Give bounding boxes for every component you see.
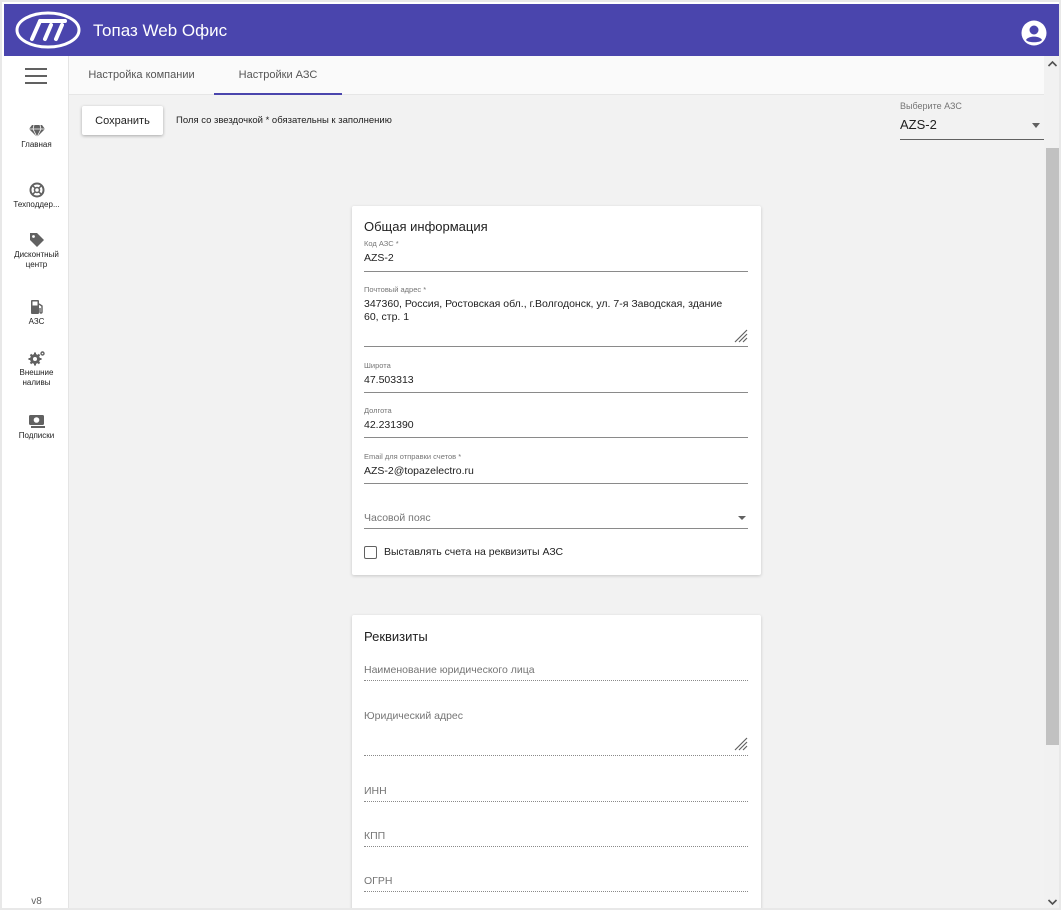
app-header: Топаз Web Офис bbox=[4, 4, 1059, 56]
app-title: Топаз Web Офис bbox=[93, 21, 228, 40]
field-underline bbox=[364, 846, 748, 847]
timezone-select[interactable]: Часовой пояс bbox=[364, 506, 748, 529]
sidebar-item-support[interactable]: Техподдер... bbox=[4, 182, 69, 210]
requisites-card: Реквизиты Наименование юридического лица… bbox=[352, 615, 761, 908]
sidebar-item-subscriptions[interactable]: Подписки bbox=[4, 414, 69, 441]
scrollbar-thumb[interactable] bbox=[1046, 148, 1059, 745]
address-line-1: 347360, Россия, Ростовская обл., г.Волго… bbox=[364, 298, 723, 310]
dropdown-arrow-icon bbox=[1032, 123, 1040, 128]
main-content: Общая информация Код АЗС * AZS-2 Почтовы… bbox=[69, 146, 1044, 908]
resize-handle-icon[interactable] bbox=[734, 737, 748, 751]
sidebar-item-label: Внешние наливы bbox=[19, 368, 54, 387]
lifebuoy-icon bbox=[29, 182, 44, 198]
field-underline bbox=[364, 392, 748, 393]
tab-bar: Настройка компании Настройки АЗС bbox=[69, 56, 1044, 95]
inn-field[interactable]: ИНН bbox=[364, 785, 748, 803]
field-placeholder: КПП bbox=[364, 830, 386, 842]
field-label: Email для отправки счетов * bbox=[364, 452, 462, 461]
scroll-down-icon[interactable] bbox=[1044, 893, 1061, 910]
app-version: v8 bbox=[31, 896, 42, 907]
tag-icon bbox=[29, 233, 44, 247]
tab-company-settings[interactable]: Настройка компании bbox=[69, 56, 214, 95]
field-underline bbox=[364, 483, 748, 484]
sidebar-item-home[interactable]: Главная bbox=[4, 124, 69, 150]
topaz-logo-icon[interactable] bbox=[15, 10, 81, 50]
field-underline bbox=[364, 755, 748, 756]
sidebar-item-label: Подписки bbox=[18, 431, 55, 440]
diamond-icon bbox=[28, 124, 45, 138]
ogrn-field[interactable]: ОГРН bbox=[364, 875, 748, 893]
dropdown-arrow-icon bbox=[738, 516, 746, 520]
field-value: AZS-2 bbox=[364, 252, 394, 264]
save-button[interactable]: Сохранить bbox=[82, 106, 163, 135]
fuel-pump-icon bbox=[30, 300, 43, 314]
resize-handle-icon[interactable] bbox=[734, 329, 748, 343]
scroll-up-icon[interactable] bbox=[1044, 56, 1061, 73]
field-label: Почтовый адрес * bbox=[364, 285, 427, 294]
sidebar-item-azs[interactable]: АЗС bbox=[4, 299, 69, 327]
field-underline bbox=[364, 891, 748, 892]
toolbar: Сохранить Поля со звездочкой * обязатель… bbox=[69, 95, 1044, 146]
field-label: Код АЗС * bbox=[364, 239, 399, 248]
menu-icon[interactable] bbox=[25, 68, 47, 84]
field-value: AZS-2@topazelectro.ru bbox=[364, 465, 474, 477]
field-label: Долгота bbox=[364, 406, 392, 415]
latitude-field[interactable]: Широта 47.503313 bbox=[364, 361, 748, 393]
field-placeholder: Наименование юридического лица bbox=[364, 664, 535, 676]
field-placeholder: ИНН bbox=[364, 785, 387, 797]
sidebar-item-label: Дисконтный центр bbox=[14, 250, 59, 269]
sidebar-item-label: Главная bbox=[21, 140, 52, 149]
field-underline bbox=[364, 271, 748, 272]
station-select-label: Выберите АЗС bbox=[900, 101, 962, 111]
kpp-field[interactable]: КПП bbox=[364, 830, 748, 848]
card-title: Общая информация bbox=[364, 219, 488, 234]
invoice-requisites-checkbox[interactable] bbox=[364, 546, 377, 559]
address-line-2: 60, стр. 1 bbox=[364, 311, 410, 323]
field-underline bbox=[364, 528, 748, 529]
legal-address-field[interactable]: Юридический адрес bbox=[364, 710, 748, 757]
vertical-scrollbar[interactable] bbox=[1044, 56, 1061, 910]
required-fields-note: Поля со звездочкой * обязательны к запол… bbox=[176, 115, 392, 126]
postal-address-field[interactable]: Почтовый адрес * 347360, Россия, Ростовс… bbox=[364, 285, 748, 347]
field-value: 47.503313 bbox=[364, 374, 414, 386]
station-select-value: AZS-2 bbox=[900, 117, 937, 132]
checkbox-label: Выставлять счета на реквизиты АЗС bbox=[384, 546, 564, 558]
account-icon[interactable] bbox=[1021, 20, 1047, 46]
longitude-field[interactable]: Долгота 42.231390 bbox=[364, 406, 748, 438]
gears-icon bbox=[28, 351, 45, 366]
general-info-card: Общая информация Код АЗС * AZS-2 Почтовы… bbox=[352, 206, 761, 575]
field-placeholder: Часовой пояс bbox=[364, 512, 431, 524]
station-select[interactable]: Выберите АЗС AZS-2 bbox=[900, 101, 1044, 141]
azs-code-field[interactable]: Код АЗС * AZS-2 bbox=[364, 239, 748, 272]
field-underline bbox=[364, 680, 748, 681]
sidebar-item-label: Техподдер... bbox=[13, 200, 60, 209]
tab-azs-settings[interactable]: Настройки АЗС bbox=[214, 56, 342, 95]
field-value: 42.231390 bbox=[364, 419, 414, 431]
field-underline bbox=[364, 801, 748, 802]
field-placeholder: Юридический адрес bbox=[364, 710, 464, 722]
field-underline bbox=[364, 437, 748, 438]
field-placeholder: ОГРН bbox=[364, 875, 393, 887]
field-underline bbox=[364, 346, 748, 347]
field-label: Широта bbox=[364, 361, 391, 370]
sidebar: Главная Техподдер... Дисконтный центр АЗ… bbox=[4, 56, 69, 908]
sidebar-item-discount-center[interactable]: Дисконтный центр bbox=[4, 232, 69, 270]
select-underline bbox=[900, 139, 1044, 140]
sidebar-item-label: АЗС bbox=[28, 317, 45, 326]
card-title: Реквизиты bbox=[364, 629, 428, 644]
legal-name-field[interactable]: Наименование юридического лица bbox=[364, 664, 748, 682]
email-field[interactable]: Email для отправки счетов * AZS-2@topaze… bbox=[364, 452, 748, 484]
sidebar-item-external-fills[interactable]: Внешние наливы bbox=[4, 350, 69, 388]
app-window: Топаз Web Офис Главная Техподдер... Диск… bbox=[0, 0, 1061, 910]
subscription-icon bbox=[28, 415, 45, 428]
